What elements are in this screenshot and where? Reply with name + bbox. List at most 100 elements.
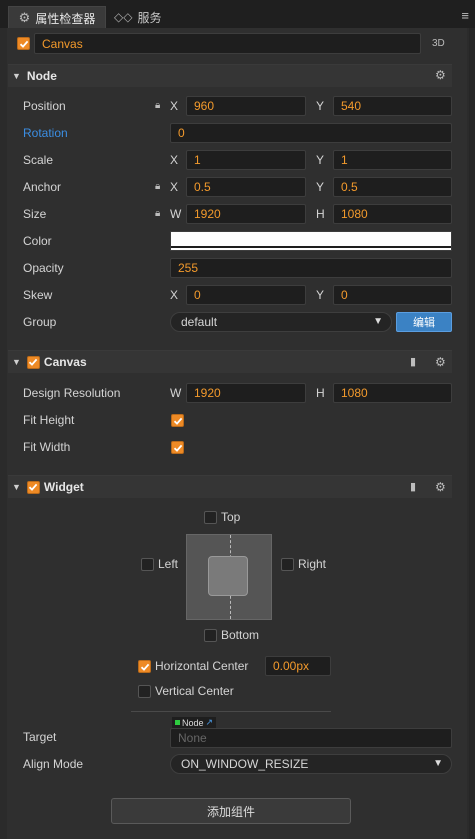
gear-icon: ⚙ [18,10,31,25]
gear-icon[interactable]: ⚙ [435,68,446,82]
collapse-triangle-icon[interactable]: ▼ [12,357,21,367]
design-resolution-w-value: 1920 [194,386,221,400]
panel-menu-icon[interactable]: ≡ [461,8,469,23]
anchor-y-axis: Y [316,180,325,194]
tab-services-label: 服务 [137,10,162,25]
align-bottom-label: Bottom [221,628,260,642]
skew-x-input[interactable]: 0 [186,285,306,305]
skew-y-input[interactable]: 0 [333,285,452,305]
node-section-title: Node [26,69,57,83]
skew-x-axis: X [170,288,179,302]
collapse-triangle-icon[interactable]: ▼ [12,71,21,81]
opacity-input[interactable]: 255 [170,258,452,278]
node-section-header[interactable]: ▼ Node [8,64,452,87]
fit-height-checkbox[interactable] [171,414,184,427]
rotation-value: 0 [178,126,185,140]
design-resolution-h-axis: H [316,386,325,400]
external-link-icon[interactable]: ↗ [206,717,214,728]
help-book-icon[interactable]: ▮ [410,480,416,493]
horizontal-center-label: Horizontal Center [155,659,249,673]
target-label: Target [23,730,57,744]
dropdown-arrow-icon: ▼ [373,316,383,327]
add-component-label: 添加组件 [206,804,255,819]
scale-y-value: 1 [341,153,348,167]
collapse-triangle-icon[interactable]: ▼ [12,482,21,492]
align-mode-select[interactable]: ON_WINDOW_RESIZE ▼ [170,754,452,774]
align-left-label: Left [158,557,179,571]
lock-icon[interactable]: 🔒︎ [155,208,160,219]
node-name-input[interactable]: Canvas [34,33,421,54]
design-resolution-h-value: 1080 [341,386,368,400]
align-bottom-checkbox[interactable] [204,629,217,642]
skew-label: Skew [23,288,53,302]
gear-icon[interactable]: ⚙ [435,355,446,369]
widget-section-header[interactable]: ▼ Widget [8,475,452,498]
target-type-tag: Node ↗ [172,717,217,728]
group-select-value: default [181,315,218,329]
size-h-input[interactable]: 1080 [333,204,452,224]
size-w-value: 1920 [194,207,221,221]
node-type-icon [175,720,180,725]
cloud-services-icon: ◇◇ [114,10,133,24]
horizontal-center-input[interactable]: 0.00px [265,656,331,676]
node-name-value: Canvas [42,36,83,51]
scale-x-value: 1 [194,153,201,167]
tab-services[interactable]: ◇◇ 服务 [114,6,161,28]
scale-x-input[interactable]: 1 [186,150,306,170]
skew-x-value: 0 [194,288,201,302]
widget-align-preview [186,534,272,620]
size-h-axis: H [316,207,325,221]
help-book-icon[interactable]: ▮ [410,355,416,368]
position-x-input[interactable]: 960 [186,96,306,116]
canvas-enabled-checkbox[interactable] [26,355,40,369]
alpha-bar [171,246,451,248]
horizontal-center-value: 0.00px [273,659,310,673]
rotation-label: Rotation [23,126,68,140]
group-select[interactable]: default ▼ [170,312,392,332]
tab-inspector[interactable]: ⚙ 属性检查器 [8,6,106,29]
opacity-label: Opacity [23,261,64,275]
scrollbar[interactable] [469,28,475,839]
position-y-input[interactable]: 540 [333,96,452,116]
skew-y-value: 0 [341,288,348,302]
design-resolution-h-input[interactable]: 1080 [333,383,452,403]
gear-icon[interactable]: ⚙ [435,480,446,494]
lock-icon[interactable]: 🔒︎ [155,181,160,192]
anchor-y-input[interactable]: 0.5 [333,177,452,197]
anchor-label: Anchor [23,180,62,194]
target-placeholder: None [178,731,207,745]
align-right-checkbox[interactable] [281,558,294,571]
target-tag-label: Node [182,717,204,728]
canvas-section-title: Canvas [43,355,87,369]
fit-width-checkbox[interactable] [171,441,184,454]
color-label: Color [23,234,52,248]
align-top-checkbox[interactable] [204,511,217,524]
align-right-label: Right [298,557,327,571]
opacity-value: 255 [178,261,199,275]
node-active-checkbox[interactable] [17,37,30,50]
anchor-x-input[interactable]: 0.5 [186,177,306,197]
align-mode-label: Align Mode [23,757,84,771]
horizontal-center-checkbox[interactable] [138,660,151,673]
scale-y-input[interactable]: 1 [333,150,452,170]
design-resolution-label: Design Resolution [23,386,121,400]
widget-enabled-checkbox[interactable] [26,480,40,494]
group-edit-button[interactable]: 编辑 [396,312,452,332]
add-component-button[interactable]: 添加组件 [111,798,351,824]
widget-node-preview [208,556,248,596]
toggle-3d-button[interactable]: 3D [432,38,445,49]
align-left-checkbox[interactable] [141,558,154,571]
size-w-input[interactable]: 1920 [186,204,306,224]
vertical-center-checkbox[interactable] [138,685,151,698]
scale-y-axis: Y [316,153,325,167]
skew-y-axis: Y [316,288,325,302]
target-input[interactable]: None [170,728,452,748]
color-swatch[interactable] [170,231,452,251]
dropdown-arrow-icon: ▼ [433,758,443,769]
rotation-input[interactable]: 0 [170,123,452,143]
canvas-section-header[interactable]: ▼ Canvas [8,350,452,373]
divider [131,711,331,712]
design-resolution-w-input[interactable]: 1920 [186,383,306,403]
tab-inspector-label: 属性检查器 [35,11,96,26]
lock-icon[interactable]: 🔒︎ [155,100,160,111]
